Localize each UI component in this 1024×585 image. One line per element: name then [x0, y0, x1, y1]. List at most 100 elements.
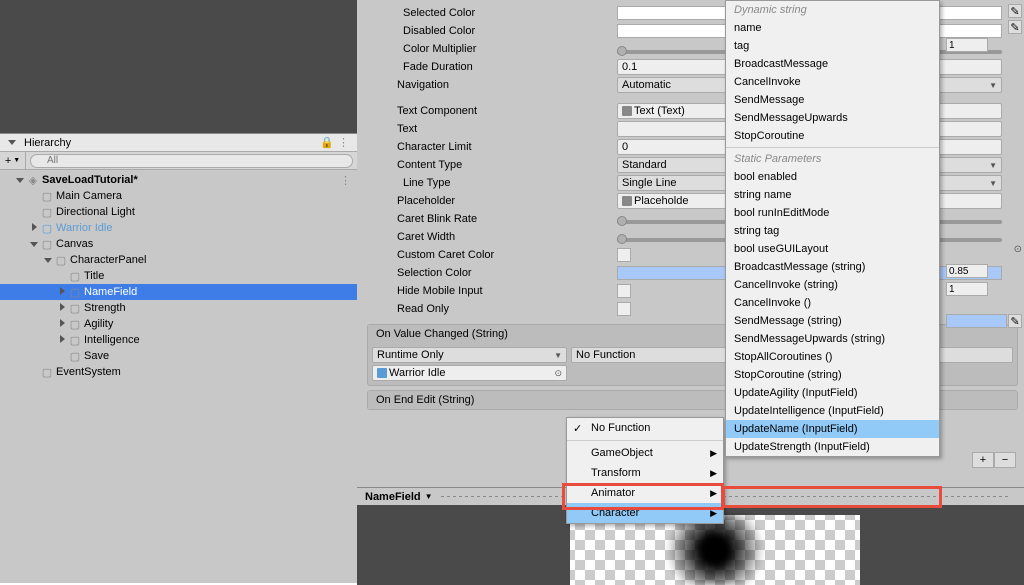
function-menu-item[interactable]: SendMessageUpwards	[726, 109, 939, 127]
prefab-icon	[377, 368, 387, 378]
function-menu-item[interactable]: UpdateIntelligence (InputField)	[726, 402, 939, 420]
function-menu-item[interactable]: StopAllCoroutines ()	[726, 348, 939, 366]
tree-item-label: Strength	[84, 302, 126, 314]
expand-arrow-icon[interactable]	[14, 175, 26, 185]
function-menu-item[interactable]: BroadcastMessage (string)	[726, 258, 939, 276]
property-label: Content Type	[357, 159, 617, 171]
function-menu-item[interactable]: SendMessageUpwards (string)	[726, 330, 939, 348]
function-menu-item[interactable]: UpdateName (InputField)	[726, 420, 939, 438]
gameobject-icon: ▢	[68, 285, 82, 299]
event-list-buttons: + −	[972, 452, 1016, 468]
tree-row[interactable]: ▢Strength	[0, 300, 357, 316]
remove-event-button[interactable]: −	[994, 452, 1016, 468]
expand-arrow-icon[interactable]	[56, 335, 68, 345]
tree-row[interactable]: ▢Directional Light	[0, 204, 357, 220]
expand-arrow-icon[interactable]	[42, 255, 54, 265]
function-menu-item[interactable]: CancelInvoke	[726, 73, 939, 91]
right-mini-controls: ✎ ✎	[946, 4, 1022, 54]
tree-row[interactable]: ▢Canvas	[0, 236, 357, 252]
tree-item-label: Intelligence	[84, 334, 140, 346]
expand-arrow-icon[interactable]	[56, 319, 68, 329]
tree-item-label: Directional Light	[56, 206, 135, 218]
scene-menu-icon[interactable]: ⋮	[340, 174, 351, 187]
function-menu-item[interactable]: bool useGUILayout	[726, 240, 939, 258]
footer-object-name: NameField	[365, 491, 421, 503]
tree-row[interactable]: ▢Intelligence	[0, 332, 357, 348]
tree-item-label: NameField	[84, 286, 137, 298]
blink-rate-value[interactable]	[946, 264, 988, 278]
expand-arrow-icon[interactable]	[28, 223, 40, 233]
tree-row[interactable]: ▢Save	[0, 348, 357, 364]
event-target-field[interactable]: Warrior Idle ⊙	[372, 365, 567, 381]
gameobject-icon: ▢	[68, 333, 82, 347]
create-button[interactable]: + ▼	[0, 152, 26, 169]
menu-item[interactable]: GameObject▶	[567, 443, 723, 463]
menu-item[interactable]: Animator▶	[567, 483, 723, 503]
chevron-down-icon[interactable]: ▼	[425, 492, 433, 501]
menu-item[interactable]: No Function	[567, 418, 723, 438]
function-menu-item[interactable]: SendMessage	[726, 91, 939, 109]
hierarchy-tab[interactable]: Hierarchy 🔒 ⋮	[0, 134, 357, 152]
gameobject-icon: ▢	[40, 365, 54, 379]
tree-item-label: CharacterPanel	[70, 254, 146, 266]
property-label: Fade Duration	[357, 61, 617, 73]
caret-width-value[interactable]	[946, 282, 988, 296]
function-menu-item[interactable]: UpdateAgility (InputField)	[726, 384, 939, 402]
tree-row[interactable]: ▢CharacterPanel	[0, 252, 357, 268]
menu-item[interactable]: Character▶	[567, 503, 723, 523]
menu-separator	[567, 440, 723, 441]
color-mult-value[interactable]	[946, 38, 988, 52]
property-label: Read Only	[357, 303, 617, 315]
function-menu-item[interactable]: CancelInvoke ()	[726, 294, 939, 312]
expand-arrow-icon[interactable]	[28, 239, 40, 249]
hierarchy-tab-arrow-icon	[8, 140, 16, 145]
function-menu-item[interactable]: name	[726, 19, 939, 37]
add-event-button[interactable]: +	[972, 452, 994, 468]
checkbox[interactable]	[617, 248, 631, 262]
tree-row[interactable]: ▢Warrior Idle	[0, 220, 357, 236]
tree-row[interactable]: ▢NameField	[0, 284, 357, 300]
function-menu-item[interactable]: string tag	[726, 222, 939, 240]
function-menu-item[interactable]: SendMessage (string)	[726, 312, 939, 330]
function-menu-item[interactable]: BroadcastMessage	[726, 55, 939, 73]
gameobject-icon: ▢	[54, 253, 68, 267]
runtime-only-dropdown[interactable]: Runtime Only ▼	[372, 347, 567, 363]
expand-arrow-icon[interactable]	[56, 287, 68, 297]
hierarchy-lock-icon[interactable]: 🔒	[320, 136, 334, 149]
function-menu-item[interactable]: UpdateStrength (InputField)	[726, 438, 939, 456]
tree-row[interactable]: ▢Main Camera	[0, 188, 357, 204]
tree-item-label: Agility	[84, 318, 113, 330]
tree-row[interactable]: ▢EventSystem	[0, 364, 357, 380]
menu-item[interactable]: Transform▶	[567, 463, 723, 483]
color-swatch[interactable]	[946, 314, 1007, 328]
object-picker-icon[interactable]: ⊙	[1014, 244, 1022, 258]
function-menu-item[interactable]: StopCoroutine (string)	[726, 366, 939, 384]
eyedropper-icon[interactable]: ✎	[1008, 20, 1022, 34]
eyedropper-icon[interactable]: ✎	[1008, 4, 1022, 18]
gameobject-icon: ▢	[68, 269, 82, 283]
function-menu-item[interactable]: CancelInvoke (string)	[726, 276, 939, 294]
tree-row[interactable]: ▢Agility	[0, 316, 357, 332]
function-menu-item[interactable]: tag	[726, 37, 939, 55]
function-menu-item[interactable]: string name	[726, 186, 939, 204]
object-picker-icon[interactable]: ⊙	[554, 368, 562, 379]
tree-item-label: Warrior Idle	[56, 222, 112, 234]
property-label: Disabled Color	[357, 25, 617, 37]
footer-divider	[441, 496, 1008, 497]
tree-row[interactable]: ▢Title	[0, 268, 357, 284]
eyedropper-icon[interactable]: ✎	[1008, 314, 1022, 328]
function-menu-item[interactable]: bool runInEditMode	[726, 204, 939, 222]
unity-icon: ◈	[26, 173, 40, 187]
checkbox[interactable]	[617, 284, 631, 298]
function-menu-item[interactable]: bool enabled	[726, 168, 939, 186]
gameobject-icon: ▢	[68, 301, 82, 315]
hierarchy-search-input[interactable]	[30, 154, 353, 168]
menu-header: Static Parameters	[726, 150, 939, 168]
tree-item-label: EventSystem	[56, 366, 121, 378]
checkbox[interactable]	[617, 302, 631, 316]
hierarchy-menu-icon[interactable]: ⋮	[338, 136, 349, 149]
expand-arrow-icon[interactable]	[56, 303, 68, 313]
tree-row[interactable]: ◈SaveLoadTutorial*⋮	[0, 172, 357, 188]
function-menu-item[interactable]: StopCoroutine	[726, 127, 939, 145]
tree-item-label: Main Camera	[56, 190, 122, 202]
